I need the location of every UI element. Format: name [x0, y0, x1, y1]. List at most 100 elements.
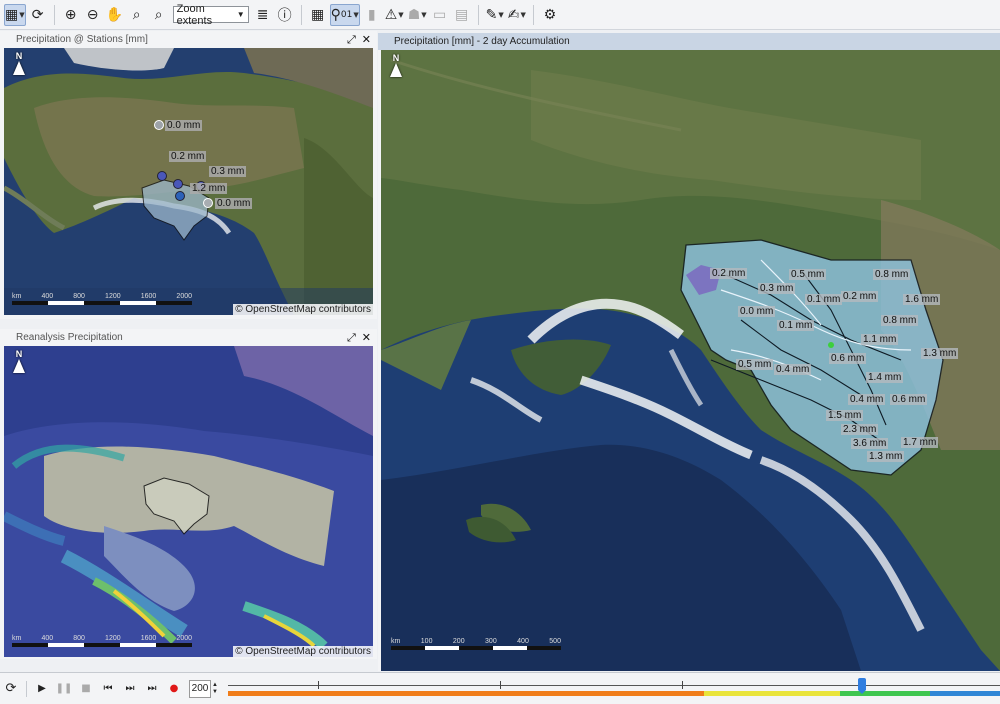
scale-label: 800: [73, 293, 85, 300]
record-icon[interactable]: ●: [163, 683, 185, 694]
data-availability-strip: [228, 691, 1000, 696]
chevron-down-icon: ▼: [236, 10, 245, 19]
reanalysis-panel: Reanalysis Precipitation ⤢ ✕ N km 400 80…: [0, 329, 377, 659]
basin-label: 0.2 mm: [841, 291, 879, 302]
satellite-basemap: [381, 50, 1000, 671]
scale-label: km: [391, 638, 401, 645]
scale-label: 500: [549, 638, 561, 645]
zoom-box-out-icon[interactable]: ⌕: [149, 4, 169, 26]
basin-label: 1.5 mm: [826, 410, 864, 421]
zoom-box-in-icon[interactable]: ⌕: [127, 4, 147, 26]
toolbar-divider: [532, 4, 534, 25]
basin-label: 0.8 mm: [873, 269, 911, 280]
close-icon[interactable]: ✕: [362, 33, 371, 47]
time-tick: [318, 681, 319, 689]
scale-label: 1200: [105, 293, 121, 300]
step-forward-icon[interactable]: ⏭: [119, 683, 141, 694]
pencil-icon[interactable]: ✎ ▼: [485, 4, 505, 26]
speed-value: 200: [191, 683, 209, 694]
export-icon[interactable]: ▭: [430, 4, 450, 26]
zoom-select-value: Zoom extents: [176, 2, 213, 27]
settings-gear-icon[interactable]: ⚙: [540, 4, 560, 26]
stamp-icon[interactable]: ☗ ▼: [407, 4, 428, 26]
chevron-down-icon: ▼: [212, 688, 218, 695]
basin-label: 0.2 mm: [710, 268, 748, 279]
zoom-select[interactable]: Zoom extents ▼: [172, 3, 249, 27]
play-icon[interactable]: ▶: [31, 683, 53, 694]
basin-label: 0.6 mm: [829, 353, 867, 364]
precip-raster: [4, 346, 373, 657]
basin-label: 1.1 mm: [861, 334, 899, 345]
scale-label: 300: [485, 638, 497, 645]
basin-label: 0.1 mm: [777, 320, 815, 331]
toolbar-divider: [26, 680, 27, 697]
zoom-out-icon[interactable]: ⊖: [83, 4, 103, 26]
maximize-icon[interactable]: ⤢: [347, 33, 356, 47]
north-arrow: N: [12, 51, 26, 75]
basin-label: 0.3 mm: [758, 283, 796, 294]
map-attribution: © OpenStreetMap contributors: [233, 304, 373, 315]
pause-icon[interactable]: ❚❚: [53, 683, 75, 694]
toolbar-divider: [477, 4, 479, 25]
ruler-icon[interactable]: ▮: [362, 4, 382, 26]
scale-label: 1600: [140, 635, 157, 642]
map-attribution: © OpenStreetMap contributors: [233, 646, 373, 657]
refresh-icon[interactable]: ⟳: [0, 681, 22, 696]
panel-header: Reanalysis Precipitation ⤢ ✕: [0, 329, 377, 346]
skip-start-icon[interactable]: ⏮: [97, 683, 119, 694]
scale-label: 2000: [176, 293, 192, 300]
time-slider-thumb[interactable]: [857, 678, 866, 694]
timeline-bar: ⟳ ▶ ❚❚ ■ ⏮ ⏭ ⏭ ● 200 ▲ ▼: [0, 672, 1000, 704]
basin-label: 2.3 mm: [841, 424, 879, 435]
grid-icon[interactable]: ▤: [452, 4, 472, 26]
stations-panel: Precipitation @ Stations [mm] ⤢ ✕ 0.0 mm…: [0, 31, 377, 319]
basin-label: 0.4 mm: [848, 394, 886, 405]
station-label: 0.3 mm: [209, 166, 247, 177]
edit-icon[interactable]: ✍ ▼: [507, 4, 527, 26]
north-arrow-icon: [13, 359, 25, 373]
scale-bar: km 100 200 300 400 500: [391, 638, 561, 656]
basin-label: 0.0 mm: [738, 306, 776, 317]
warning-icon[interactable]: ⚠ ▼: [384, 4, 405, 26]
satellite-basemap: [4, 48, 373, 315]
scale-bar: km 400 800 1200 1600 2000: [12, 293, 192, 311]
panel-title: Reanalysis Precipitation: [16, 332, 123, 343]
panel-header: Precipitation [mm] - 2 day Accumulation: [378, 33, 1000, 50]
basin-label: 0.4 mm: [774, 364, 812, 375]
speed-input[interactable]: 200: [189, 679, 211, 698]
pan-hand-icon[interactable]: ✋: [105, 4, 125, 26]
panel-header: Precipitation @ Stations [mm] ⤢ ✕: [0, 31, 377, 48]
basin-label: 0.6 mm: [890, 394, 928, 405]
info-icon[interactable]: ⓘ: [275, 4, 295, 26]
time-slider[interactable]: [228, 678, 1000, 699]
zoom-in-icon[interactable]: ⊕: [61, 4, 81, 26]
scale-label: 400: [41, 635, 54, 642]
stations-map[interactable]: 0.0 mm 0.2 mm 0.3 mm 1.2 mm 0.0 mm N km …: [4, 48, 373, 315]
north-arrow-icon: [390, 63, 402, 77]
north-label: N: [392, 53, 400, 63]
select-rect-icon[interactable]: ▦ ▼: [4, 3, 26, 26]
layers-icon[interactable]: ≣: [253, 4, 273, 26]
speed-spinner[interactable]: ▲ ▼: [212, 682, 218, 696]
north-arrow: N: [389, 53, 403, 77]
refresh-icon[interactable]: ⟳: [28, 4, 48, 26]
maximize-icon[interactable]: ⤢: [347, 331, 356, 345]
station-label: 1.2 mm: [190, 183, 228, 194]
time-tick: [500, 681, 501, 689]
north-arrow-icon: [13, 61, 25, 75]
location-pin-button[interactable]: ⚲ 01 ▼: [329, 3, 360, 26]
availability-segment: [930, 691, 1000, 696]
accumulation-panel: Precipitation [mm] - 2 day Accumulation: [378, 33, 1000, 671]
stop-icon[interactable]: ■: [75, 683, 97, 694]
grid-table-icon[interactable]: ▦: [308, 4, 328, 26]
reanalysis-map[interactable]: N km 400 800 1200 1600 2000 © OpenStreet…: [4, 346, 373, 657]
close-icon[interactable]: ✕: [362, 331, 371, 345]
basin-label: 0.1 mm: [805, 294, 843, 305]
station-label: 0.2 mm: [169, 151, 207, 162]
scale-label: 100: [420, 638, 433, 645]
toolbar-divider: [300, 4, 302, 25]
chevron-down-icon: ▼: [353, 10, 359, 19]
accumulation-map[interactable]: 0.2 mm 0.5 mm 0.8 mm 0.3 mm 0.1 mm 0.2 m…: [381, 50, 1000, 671]
scale-label: 800: [73, 635, 85, 642]
skip-end-icon[interactable]: ⏭: [141, 683, 163, 694]
